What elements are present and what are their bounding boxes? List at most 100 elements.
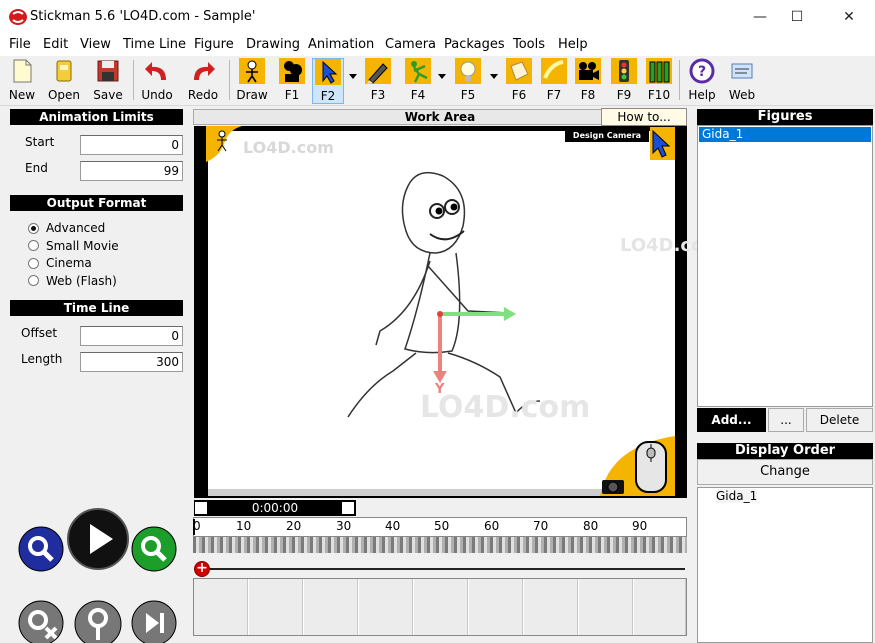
undo-button[interactable]: Undo [135, 58, 179, 104]
keyframe-cell[interactable] [469, 579, 523, 635]
tick-label: 50 [434, 519, 450, 533]
display-order-list[interactable] [697, 487, 873, 643]
tick-label: 70 [533, 519, 549, 533]
add-figure-button[interactable]: Add... [697, 408, 766, 432]
toolbar-separator [133, 60, 134, 100]
timeline-cursor[interactable] [193, 519, 195, 535]
tick-label: 30 [336, 519, 352, 533]
timeline-start-handle[interactable] [195, 502, 207, 514]
undo-arrow-icon [145, 62, 166, 80]
menu-time-line[interactable]: Time Line [123, 37, 186, 52]
radio-advanced[interactable] [28, 223, 39, 234]
step-forward-button[interactable] [131, 600, 177, 643]
timeline-end-handle[interactable] [342, 502, 354, 514]
f2-button[interactable]: F2 [312, 58, 344, 104]
menu-packages[interactable]: Packages [444, 37, 505, 52]
frames-strip[interactable] [193, 537, 687, 553]
open-folder-icon [56, 60, 72, 82]
save-button[interactable]: Save [86, 58, 130, 104]
web-button[interactable]: Web [720, 58, 764, 104]
menu-animation[interactable]: Animation [308, 37, 374, 52]
radio-web-flash[interactable] [28, 275, 39, 286]
tick-label: 80 [583, 519, 599, 533]
f4-button[interactable]: F4 [396, 58, 440, 104]
redo-arrow-icon [194, 62, 215, 80]
key-button[interactable] [73, 600, 123, 643]
radio-advanced-label[interactable]: Advanced [46, 221, 105, 235]
f5-button[interactable]: F5 [446, 58, 490, 104]
radio-small-movie-label[interactable]: Small Movie [46, 239, 119, 253]
keyframe-cell[interactable] [194, 579, 248, 635]
tick-label: 90 [632, 519, 648, 533]
f4-label: F4 [410, 88, 426, 102]
draw-button[interactable]: Draw [230, 58, 274, 104]
keyframe-cell[interactable] [304, 579, 358, 635]
change-order-button[interactable]: Change [697, 459, 873, 485]
redo-button[interactable]: Redo [181, 58, 225, 104]
start-label: Start [25, 135, 55, 149]
keyframe-cell[interactable] [579, 579, 633, 635]
keyframe-cell[interactable] [414, 579, 468, 635]
start-field[interactable]: 0 [80, 135, 183, 155]
keyframe-cell[interactable] [249, 579, 303, 635]
radio-small-movie[interactable] [28, 240, 39, 251]
traffic-light-icon [611, 58, 637, 84]
web-globe-icon [731, 63, 753, 79]
new-button[interactable]: New [0, 58, 44, 104]
tick-label: 60 [484, 519, 500, 533]
f1-button[interactable]: F1 [270, 58, 314, 104]
timeline-time-display: 0:00:00 [194, 500, 356, 516]
movie-camera-icon [575, 58, 601, 84]
menu-edit[interactable]: Edit [43, 37, 68, 52]
menu-file[interactable]: File [9, 37, 31, 52]
watermark-logo: LO4D.com [420, 390, 591, 425]
menu-figure[interactable]: Figure [194, 37, 234, 52]
stickman-figure[interactable]: Y [208, 131, 675, 489]
menu-camera[interactable]: Camera [385, 37, 436, 52]
maximize-button[interactable]: ☐ [774, 0, 820, 34]
level-bars-icon [646, 58, 672, 84]
lightbulb-icon [455, 58, 481, 84]
add-track-button[interactable]: + [194, 561, 210, 577]
f3-label: F3 [370, 88, 386, 102]
save-label: Save [93, 88, 123, 102]
watermark-logo: LO4D.com [243, 138, 334, 157]
length-field[interactable]: 300 [80, 352, 183, 372]
output-format-header: Output Format [10, 195, 183, 211]
offset-field[interactable]: 0 [80, 326, 183, 346]
delete-figure-button[interactable]: Delete [806, 408, 873, 432]
keyframe-cell[interactable] [634, 579, 686, 635]
figure-options-button[interactable]: ... [768, 408, 804, 432]
floppy-disk-icon [97, 60, 119, 82]
radio-cinema-label[interactable]: Cinema [46, 256, 92, 270]
open-button[interactable]: Open [42, 58, 86, 104]
figure-list-item[interactable]: Gida_1 [699, 127, 871, 142]
f4-dropdown-arrow[interactable] [438, 74, 446, 79]
keyframe-cell[interactable] [524, 579, 578, 635]
display-order-item[interactable]: Gida_1 [716, 489, 758, 503]
stickman-app-icon [9, 9, 27, 25]
remove-key-button[interactable] [18, 600, 64, 643]
open-label: Open [47, 88, 81, 102]
brush-stroke-icon [541, 58, 567, 84]
menu-view[interactable]: View [80, 37, 111, 52]
f10-button[interactable]: F10 [637, 58, 681, 104]
menu-help[interactable]: Help [558, 37, 588, 52]
help-button[interactable]: ? Help [680, 58, 724, 104]
svg-text:?: ? [698, 64, 706, 80]
figures-header: Figures [697, 109, 873, 125]
keyframe-cell[interactable] [359, 579, 413, 635]
menu-tools[interactable]: Tools [513, 37, 545, 52]
zoom-in-button[interactable] [131, 526, 177, 572]
zoom-out-button[interactable] [18, 526, 64, 572]
menu-drawing[interactable]: Drawing [246, 37, 300, 52]
play-button[interactable] [67, 508, 129, 570]
close-button[interactable]: ✕ [826, 0, 872, 34]
f3-button[interactable]: F3 [356, 58, 400, 104]
figures-list[interactable] [697, 125, 873, 407]
how-to-button[interactable]: How to... [601, 108, 687, 126]
radio-cinema[interactable] [28, 258, 39, 269]
end-field[interactable]: 99 [80, 161, 183, 181]
f1-label: F1 [284, 88, 300, 102]
radio-web-flash-label[interactable]: Web (Flash) [46, 274, 117, 288]
